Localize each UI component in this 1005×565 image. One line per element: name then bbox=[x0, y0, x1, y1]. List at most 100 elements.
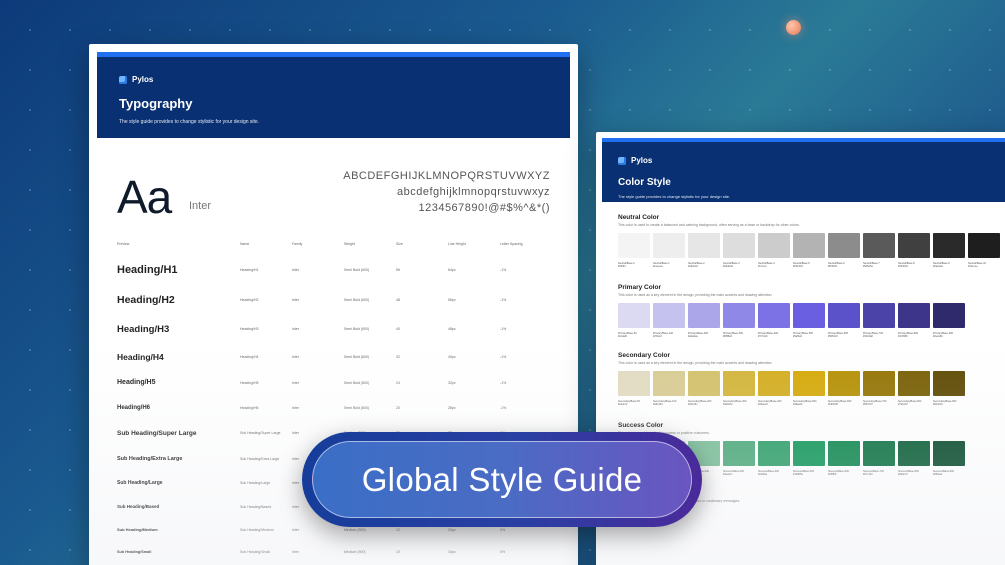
color-swatch[interactable]: Primary/Base-50 #dcdaf2 bbox=[618, 303, 650, 340]
color-swatch[interactable]: Neutral/Base-5 #b3b3b3 bbox=[793, 233, 825, 270]
swatch-label: Primary/Base-800 #3c3589 bbox=[898, 332, 930, 340]
swatch-color bbox=[828, 303, 860, 328]
color-swatch[interactable]: Neutral/Base-1 #eeeeee bbox=[653, 233, 685, 270]
swatch-color bbox=[933, 303, 965, 328]
swatch-label: Primary/Base-300 #8f88e6 bbox=[723, 332, 755, 340]
swatch-hex: #4b43a8 bbox=[863, 335, 873, 338]
color-swatch[interactable]: Neutral/Base-7 #5a5a5a bbox=[863, 233, 895, 270]
swatch-hex: #604c06 bbox=[933, 403, 943, 406]
color-swatch[interactable]: Neutral/Base-6 #8c8c8c bbox=[828, 233, 860, 270]
color-swatch[interactable]: Primary/Base-600 #5b52c9 bbox=[828, 303, 860, 340]
section-title: Secondary Color bbox=[618, 352, 671, 359]
color-swatch[interactable]: Secondary/Base-100 #d9cd94 bbox=[653, 371, 685, 408]
swatch-color bbox=[898, 371, 930, 396]
color-swatch[interactable]: Success/Base-300 #4eaa7c bbox=[723, 441, 755, 478]
cell-family: Inter bbox=[292, 327, 300, 331]
swatch-color bbox=[898, 303, 930, 328]
swatch-label: Secondary/Base-900 #604c06 bbox=[933, 400, 965, 408]
color-swatch[interactable]: Neutral/Base-2 #e6e6e6 bbox=[688, 233, 720, 270]
color-swatch[interactable]: Secondary/Base-300 #d4b63c bbox=[723, 371, 755, 408]
color-swatch[interactable]: Primary/Base-500 #6a5fe0 bbox=[793, 303, 825, 340]
swatch-hex: #f4f4f4 bbox=[618, 265, 626, 268]
cell-weight: Medium (500) bbox=[344, 550, 366, 554]
cell-spacing: -1% bbox=[500, 405, 507, 410]
swatch-hex: #e3dcc2 bbox=[618, 403, 628, 406]
column-header: Line Height bbox=[448, 242, 466, 246]
cell-weight: Semi Bold (600) bbox=[344, 298, 370, 302]
swatch-color bbox=[723, 441, 755, 466]
cell-family: Inter bbox=[292, 354, 300, 359]
swatch-color bbox=[828, 233, 860, 258]
table-row: Heading/H5 Heading/H5 Inter Semi Bold (600)… bbox=[117, 370, 558, 395]
swatch-label: Neutral/Base-10 #1e1e1e bbox=[968, 262, 1000, 270]
swatch-label: Neutral/Base-5 #b3b3b3 bbox=[793, 262, 825, 270]
color-swatch[interactable]: Secondary/Base-400 #d4ae22 bbox=[758, 371, 790, 408]
color-swatch[interactable]: Success/Base-800 #0a5e37 bbox=[898, 441, 930, 478]
banner-label: Global Style Guide bbox=[361, 460, 643, 498]
cell-spacing: -1% bbox=[500, 327, 507, 331]
color-swatch[interactable]: Primary/Base-200 #aba6ea bbox=[688, 303, 720, 340]
typography-header: Pylos Typography The style guide provide… bbox=[97, 52, 570, 138]
swatch-label: Neutral/Base-8 #404040 bbox=[898, 262, 930, 270]
color-swatch[interactable]: Neutral/Base-4 #cccccc bbox=[758, 233, 790, 270]
cell-size: 12 bbox=[396, 527, 400, 532]
cell-spacing: -1% bbox=[500, 354, 507, 359]
cell-line: 32px bbox=[448, 380, 456, 385]
swatch-color bbox=[618, 371, 650, 396]
swatch-label: Success/Base-800 #0a5e37 bbox=[898, 470, 930, 478]
cell-preview: Sub Heading/Small bbox=[117, 550, 152, 554]
cell-name: Heading/H3 bbox=[240, 327, 259, 331]
swatch-label: Primary/Base-600 #5b52c9 bbox=[828, 332, 860, 340]
color-swatch[interactable]: Success/Base-500 #12985a bbox=[793, 441, 825, 478]
swatch-color bbox=[793, 441, 825, 466]
color-swatch[interactable]: Secondary/Base-500 #d6aa0c bbox=[793, 371, 825, 408]
color-swatch[interactable]: Secondary/Base-50 #e3dcc2 bbox=[618, 371, 650, 408]
color-swatch[interactable]: Secondary/Base-900 #604c06 bbox=[933, 371, 965, 408]
cell-weight: Semi Bold (600) bbox=[344, 354, 370, 359]
color-section: Primary Color This color is used as a key… bbox=[596, 284, 1005, 340]
color-swatch[interactable]: Primary/Base-900 #2e2a6b bbox=[933, 303, 965, 340]
color-swatch[interactable]: Primary/Base-100 #c5c2ef bbox=[653, 303, 685, 340]
color-swatch[interactable]: Neutral/Base-9 #2a2a2a bbox=[933, 233, 965, 270]
swatch-label: Secondary/Base-700 #957607 bbox=[863, 400, 895, 408]
swatch-label: Primary/Base-100 #c5c2ef bbox=[653, 332, 685, 340]
color-swatch[interactable]: Neutral/Base-10 #1e1e1e bbox=[968, 233, 1000, 270]
cell-preview: Sub Heading/Large bbox=[117, 480, 163, 486]
color-swatch[interactable]: Neutral/Base-3 #dddddd bbox=[723, 233, 755, 270]
color-swatch[interactable]: Primary/Base-400 #7c72e6 bbox=[758, 303, 790, 340]
swatch-color bbox=[758, 441, 790, 466]
color-swatch[interactable]: Success/Base-700 #0c7142 bbox=[863, 441, 895, 478]
color-swatch[interactable]: Success/Base-600 #0f884f bbox=[828, 441, 860, 478]
color-swatch[interactable]: Secondary/Base-200 #d4c26c bbox=[688, 371, 720, 408]
swatch-label: Primary/Base-900 #2e2a6b bbox=[933, 332, 965, 340]
color-swatch[interactable]: Primary/Base-700 #4b43a8 bbox=[863, 303, 895, 340]
color-swatch[interactable]: Primary/Base-300 #8f88e6 bbox=[723, 303, 755, 340]
column-header: Size bbox=[396, 242, 403, 246]
swatch-hex: #d6aa0c bbox=[793, 403, 803, 406]
swatch-hex: #7c72e6 bbox=[758, 335, 768, 338]
color-swatch[interactable]: Primary/Base-800 #3c3589 bbox=[898, 303, 930, 340]
color-swatch[interactable]: Neutral/Base-8 #404040 bbox=[898, 233, 930, 270]
cell-line: 56px bbox=[448, 298, 456, 302]
section-description: This color is used as a key element in t… bbox=[618, 293, 773, 297]
color-swatch[interactable]: Secondary/Base-600 #b69208 bbox=[828, 371, 860, 408]
cell-size: 24 bbox=[396, 380, 400, 385]
color-swatch[interactable]: Secondary/Base-800 #7a6107 bbox=[898, 371, 930, 408]
color-swatch[interactable]: Success/Base-900 #084a2c bbox=[933, 441, 965, 478]
swatch-hex: #5b52c9 bbox=[828, 335, 838, 338]
swatch-row: Secondary/Base-50 #e3dcc2 Secondary/Base-1… bbox=[618, 371, 1005, 408]
swatch-label: Secondary/Base-50 #e3dcc2 bbox=[618, 400, 650, 408]
swatch-label: Secondary/Base-600 #b69208 bbox=[828, 400, 860, 408]
cell-name: Sub Heading/Super Large bbox=[240, 431, 281, 435]
glyph-set: ABCDEFGHIJKLMNOPQRSTUVWXYZ abcdefghijklm… bbox=[343, 168, 550, 216]
cell-name: Sub Heading/Small bbox=[240, 550, 270, 554]
swatch-color bbox=[793, 371, 825, 396]
color-swatch[interactable]: Secondary/Base-700 #957607 bbox=[863, 371, 895, 408]
swatch-color bbox=[723, 233, 755, 258]
cell-line: 40px bbox=[448, 354, 456, 359]
swatch-label: Success/Base-400 #2fa06a bbox=[758, 470, 790, 478]
cell-preview: Heading/H6 bbox=[117, 404, 151, 411]
color-swatch[interactable]: Neutral/Base-0 #f4f4f4 bbox=[618, 233, 650, 270]
color-swatch[interactable]: Success/Base-400 #2fa06a bbox=[758, 441, 790, 478]
swatch-hex: #0a5e37 bbox=[898, 473, 908, 476]
